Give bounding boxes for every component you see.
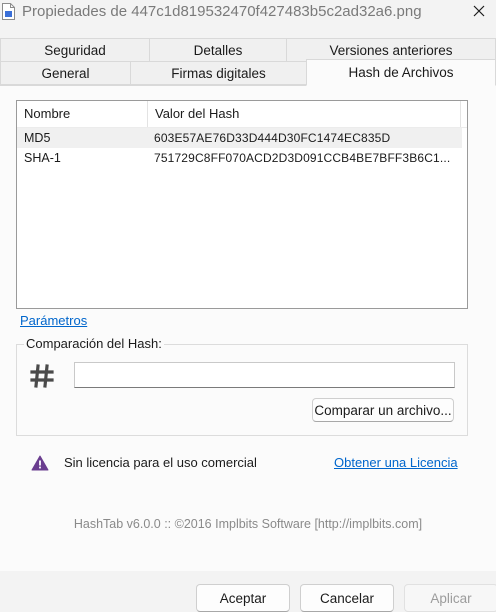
close-icon — [473, 5, 485, 20]
hash-compare-input[interactable] — [74, 362, 455, 388]
close-button[interactable] — [462, 0, 496, 24]
title-bar: Propiedades de 447c1d819532470f427483b5c… — [0, 0, 496, 26]
hash-comparison-title: Comparación del Hash: — [24, 336, 164, 351]
hash-name: MD5 — [24, 131, 51, 145]
parametros-link[interactable]: Parámetros — [20, 313, 87, 328]
hash-icon — [30, 364, 54, 391]
tab-strip: Seguridad Detalles Versiones anteriores … — [0, 38, 496, 86]
tab-hash-de-archivos[interactable]: Hash de Archivos — [306, 59, 496, 86]
hash-comparison-group — [16, 344, 468, 436]
cancel-button[interactable]: Cancelar — [300, 584, 394, 612]
license-status-text: Sin licencia para el uso comercial — [64, 455, 257, 470]
hash-value: 751729C8FF070ACD2D3D091CCB4BE7BFF3B6C1..… — [154, 151, 451, 165]
column-header-nombre[interactable]: Nombre — [17, 101, 148, 127]
hash-tab-panel: Nombre Valor del Hash MD5 603E57AE76D33D… — [0, 85, 496, 572]
column-header-valor[interactable]: Valor del Hash — [148, 101, 461, 127]
hash-list-header: Nombre Valor del Hash — [17, 101, 467, 128]
tab-detalles[interactable]: Detalles — [149, 38, 287, 62]
get-license-link[interactable]: Obtener una Licencia — [334, 455, 458, 470]
accept-button[interactable]: Aceptar — [196, 584, 290, 612]
hash-name: SHA-1 — [24, 151, 61, 165]
hash-value: 603E57AE76D33D444D30FC1474EC835D — [154, 131, 391, 145]
compare-file-button[interactable]: Comparar un archivo... — [312, 398, 454, 422]
tab-general[interactable]: General — [0, 61, 131, 85]
warning-icon — [31, 455, 49, 474]
apply-button[interactable]: Aplicar — [404, 584, 496, 612]
tab-firmas-digitales[interactable]: Firmas digitales — [130, 61, 307, 85]
table-row[interactable]: SHA-1 751729C8FF070ACD2D3D091CCB4BE7BFF3… — [17, 148, 462, 168]
window-title: Propiedades de 447c1d819532470f427483b5c… — [22, 3, 422, 20]
file-icon — [2, 3, 15, 20]
hash-list[interactable]: Nombre Valor del Hash MD5 603E57AE76D33D… — [16, 100, 468, 309]
table-row[interactable]: MD5 603E57AE76D33D444D30FC1474EC835D — [17, 128, 462, 148]
tab-seguridad[interactable]: Seguridad — [0, 38, 150, 62]
version-footer: HashTab v6.0.0 :: ©2016 Implbits Softwar… — [73, 517, 423, 531]
